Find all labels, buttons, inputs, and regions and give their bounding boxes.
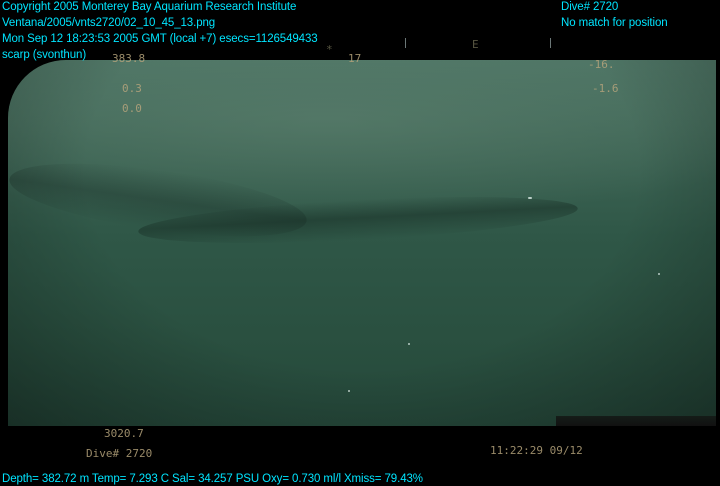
- rov-part: [556, 416, 716, 426]
- annotation-label: scarp (svonthun): [2, 49, 87, 61]
- file-path-text: Ventana/2005/vnts2720/02_10_45_13.png: [2, 17, 216, 29]
- particle: [658, 273, 660, 275]
- camera-roll-value: -1.6: [592, 82, 619, 95]
- dive-number: Dive# 2720: [561, 1, 619, 13]
- camera-depth-value: 383.8: [112, 52, 146, 65]
- camera-pitch-value: -16.: [588, 58, 615, 71]
- heading-mark: E: [472, 38, 479, 51]
- position-status: No match for position: [561, 17, 668, 29]
- video-frame: E * 383.8 17 -16. 0.3 0.0 -1.6 3020.7 Di…: [0, 0, 720, 486]
- underwater-video: [8, 60, 716, 426]
- particle: [348, 390, 350, 392]
- camera-value-2: 0.3: [122, 82, 142, 95]
- particle: [528, 197, 532, 199]
- vignette: [8, 60, 716, 426]
- particle: [408, 343, 410, 345]
- heading-mark-small: *: [326, 43, 333, 56]
- heading-tick: [550, 38, 551, 48]
- camera-dive-label: Dive# 2720: [86, 447, 153, 460]
- camera-bottom-value: 3020.7: [104, 427, 144, 440]
- sensor-readout: Depth= 382.72 m Temp= 7.293 C Sal= 34.25…: [2, 473, 423, 485]
- heading-tick: [405, 38, 406, 48]
- camera-value-3: 0.0: [122, 102, 142, 115]
- copyright-text: Copyright 2005 Monterey Bay Aquarium Res…: [2, 1, 297, 13]
- timestamp-text: Mon Sep 12 18:23:53 2005 GMT (local +7) …: [2, 33, 318, 45]
- camera-heading-value: 17: [348, 52, 362, 65]
- camera-timestamp: 11:22:29 09/12: [490, 444, 583, 457]
